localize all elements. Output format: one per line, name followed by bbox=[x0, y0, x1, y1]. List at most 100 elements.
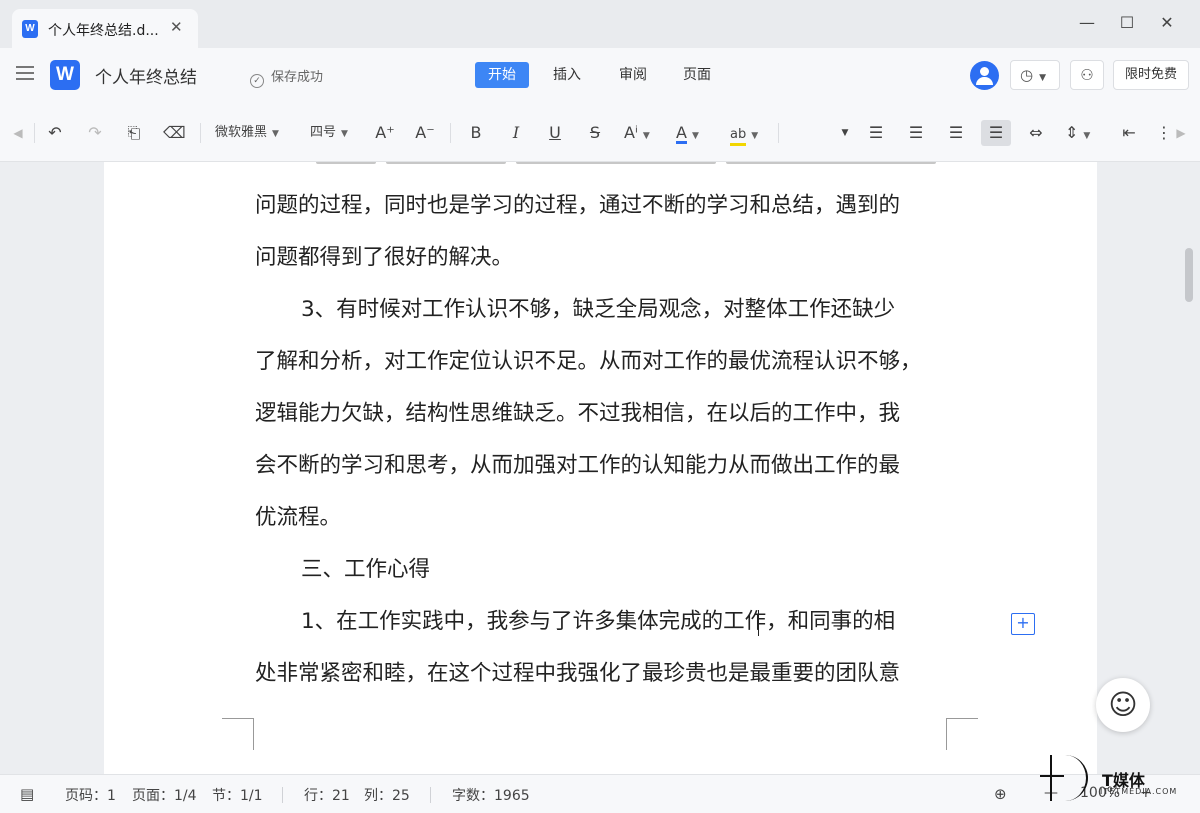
page-count[interactable]: 页面：1/4 bbox=[132, 785, 197, 805]
share-button[interactable]: ⚇ bbox=[1070, 60, 1104, 90]
separator bbox=[200, 123, 201, 143]
chevron-down-icon: ▼ bbox=[1039, 73, 1047, 83]
superscript-label: Aⁱ bbox=[624, 123, 638, 142]
wps-logo: W bbox=[50, 60, 80, 90]
text-cursor bbox=[758, 610, 759, 636]
more-options-icon[interactable]: ⋮ bbox=[1156, 120, 1172, 146]
maximize-button[interactable]: ☐ bbox=[1114, 11, 1140, 35]
page-code: 页码：1 bbox=[65, 788, 116, 804]
align-center-icon[interactable]: ☰ bbox=[905, 120, 927, 146]
font-color-label: A bbox=[676, 123, 687, 144]
save-status: ✓ 保存成功 bbox=[250, 66, 323, 88]
status-bar: ▤ 页码：1 页面：1/4 节：1/1 行：21 列：25 字数：1965 ⊕ … bbox=[0, 774, 1200, 813]
section-count: 节：1/1 bbox=[212, 788, 263, 804]
superscript-icon[interactable]: Aⁱ ▼ bbox=[624, 120, 650, 146]
chevron-down-icon: ▼ bbox=[751, 131, 759, 141]
align-right-icon[interactable]: ☰ bbox=[945, 120, 967, 146]
separator bbox=[450, 123, 451, 143]
distributed-align-icon[interactable]: ⇔ bbox=[1025, 120, 1047, 146]
chevron-down-icon: ▼ bbox=[272, 129, 279, 139]
zoom-in-button[interactable]: + bbox=[1140, 785, 1152, 801]
bold-icon[interactable]: B bbox=[465, 120, 487, 146]
document-outline-icon[interactable]: ▤ bbox=[20, 785, 34, 803]
separator bbox=[778, 123, 779, 143]
scroll-right-icon[interactable]: ▶ bbox=[1174, 120, 1188, 146]
align-left-icon[interactable]: ☰ bbox=[865, 120, 887, 146]
word-count[interactable]: 字数：1965 bbox=[452, 785, 530, 805]
history-button[interactable]: ◷ ▼ bbox=[1010, 60, 1060, 90]
minimize-button[interactable]: — bbox=[1074, 11, 1100, 35]
format-toolbar: ◀ ↶ ↷ ⎗ ⌫ 微软雅黑 ▼ 四号 ▼ A⁺ A⁻ B I U S Aⁱ ▼ A ▼… bbox=[0, 102, 1200, 162]
clipped-text-line bbox=[254, 162, 944, 168]
tab-review[interactable]: 审阅 bbox=[606, 62, 660, 88]
document-name[interactable]: 个人年终总结 bbox=[95, 63, 197, 88]
section-heading: 三、工作心得 bbox=[301, 557, 431, 582]
document-page[interactable]: 问题的过程，同时也是学习的过程，通过不断的学习和总结，遇到的 问题都得到了很好的… bbox=[104, 162, 1150, 774]
separator bbox=[282, 787, 283, 803]
text-line: 3、有时候对工作认识不够，缺乏全局观念，对整体工作还缺少 bbox=[301, 297, 896, 322]
document-area: 问题的过程，同时也是学习的过程，通过不断的学习和总结，遇到的 问题都得到了很好的… bbox=[0, 162, 1200, 774]
close-tab-icon[interactable]: ✕ bbox=[170, 18, 183, 36]
check-circle-icon: ✓ bbox=[250, 74, 264, 88]
chevron-down-icon: ▼ bbox=[691, 131, 699, 141]
undo-icon[interactable]: ↶ bbox=[44, 120, 66, 146]
text-line: 问题都得到了很好的解决。 bbox=[255, 245, 514, 270]
text-line: 逻辑能力欠缺，结构性思维缺乏。不过我相信，在以后的工作中，我 bbox=[255, 401, 901, 426]
text-line: 会不断的学习和思考，从而加强对工作的认知能力从而做出工作的最 bbox=[255, 453, 901, 478]
document-body[interactable]: 问题的过程，同时也是学习的过程，通过不断的学习和总结，遇到的 问题都得到了很好的… bbox=[255, 180, 947, 700]
highlight-label: ab bbox=[730, 126, 747, 146]
decrease-indent-icon[interactable]: ⇤ bbox=[1118, 120, 1140, 146]
font-color-icon[interactable]: A ▼ bbox=[676, 120, 699, 146]
format-painter-icon[interactable]: ⎗ bbox=[123, 120, 145, 146]
chevron-down-icon[interactable]: ▼ bbox=[838, 120, 852, 146]
tab-title: 个人年终总结.d... bbox=[48, 23, 159, 39]
document-tab[interactable]: W 个人年终总结.d... ✕ bbox=[12, 9, 198, 48]
column-number: 列：25 bbox=[364, 788, 410, 804]
font-size-select[interactable]: 四号 ▼ bbox=[310, 120, 348, 146]
text-line: 了解和分析，对工作定位认识不足。从而对工作的最优流程认识不够， bbox=[255, 349, 922, 374]
tab-insert[interactable]: 插入 bbox=[540, 62, 594, 88]
globe-icon[interactable]: ⊕ bbox=[994, 785, 1007, 803]
tab-page[interactable]: 页面 bbox=[670, 62, 724, 88]
row-number: 行：21 bbox=[304, 788, 350, 804]
underline-icon[interactable]: U bbox=[544, 120, 566, 146]
scroll-left-icon[interactable]: ◀ bbox=[10, 120, 26, 146]
menu-bar: W 个人年终总结 ✓ 保存成功 开始 插入 审阅 页面 ◷ ▼ ⚇ 限时免费 bbox=[0, 48, 1200, 102]
grow-font-icon[interactable]: A⁺ bbox=[374, 120, 396, 146]
title-bar: W 个人年终总结.d... ✕ — ☐ ✕ bbox=[0, 0, 1200, 48]
chevron-down-icon: ▼ bbox=[341, 129, 348, 139]
text-line: 问题的过程，同时也是学习的过程，通过不断的学习和总结，遇到的 bbox=[255, 193, 901, 218]
font-size-label: 四号 bbox=[310, 125, 337, 140]
font-name-label: 微软雅黑 bbox=[215, 125, 268, 140]
vertical-scrollbar[interactable] bbox=[1185, 248, 1193, 302]
user-avatar[interactable] bbox=[970, 61, 999, 90]
italic-icon[interactable]: I bbox=[505, 120, 527, 146]
free-trial-button[interactable]: 限时免费 bbox=[1113, 60, 1189, 90]
page-corner-mark bbox=[946, 718, 978, 750]
zoom-level[interactable]: 100% bbox=[1080, 785, 1120, 801]
eraser-icon[interactable]: ⌫ bbox=[163, 120, 186, 146]
close-window-button[interactable]: ✕ bbox=[1154, 11, 1180, 35]
add-user-icon: ⚇ bbox=[1080, 66, 1094, 84]
line-spacing-icon[interactable]: ⇕ ▼ bbox=[1065, 120, 1090, 146]
separator bbox=[430, 787, 431, 803]
save-status-label: 保存成功 bbox=[271, 70, 324, 85]
align-justify-icon[interactable]: ☰ bbox=[981, 120, 1011, 146]
redo-icon[interactable]: ↷ bbox=[84, 120, 106, 146]
text-line: 处非常紧密和睦，在这个过程中我强化了最珍贵也是最重要的团队意 bbox=[255, 661, 901, 686]
tab-start[interactable]: 开始 bbox=[475, 62, 529, 88]
wps-writer-icon: W bbox=[22, 20, 38, 38]
chevron-down-icon: ▼ bbox=[642, 131, 650, 141]
add-comment-icon[interactable]: + bbox=[1011, 613, 1035, 635]
text-line: 1、在工作实践中，我参与了许多集体完成的工作，和同事的相 bbox=[301, 609, 896, 634]
shrink-font-icon[interactable]: A⁻ bbox=[414, 120, 436, 146]
assistant-avatar-icon[interactable]: ☺ bbox=[1096, 678, 1150, 732]
strikethrough-icon[interactable]: S bbox=[584, 120, 606, 146]
chevron-down-icon: ▼ bbox=[1083, 131, 1091, 141]
zoom-out-button[interactable]: — bbox=[1044, 785, 1058, 801]
font-name-select[interactable]: 微软雅黑 ▼ bbox=[215, 120, 279, 146]
clock-icon: ◷ bbox=[1020, 66, 1034, 84]
separator bbox=[34, 123, 35, 143]
menu-icon[interactable] bbox=[16, 66, 34, 80]
highlight-icon[interactable]: ab ▼ bbox=[730, 120, 758, 146]
